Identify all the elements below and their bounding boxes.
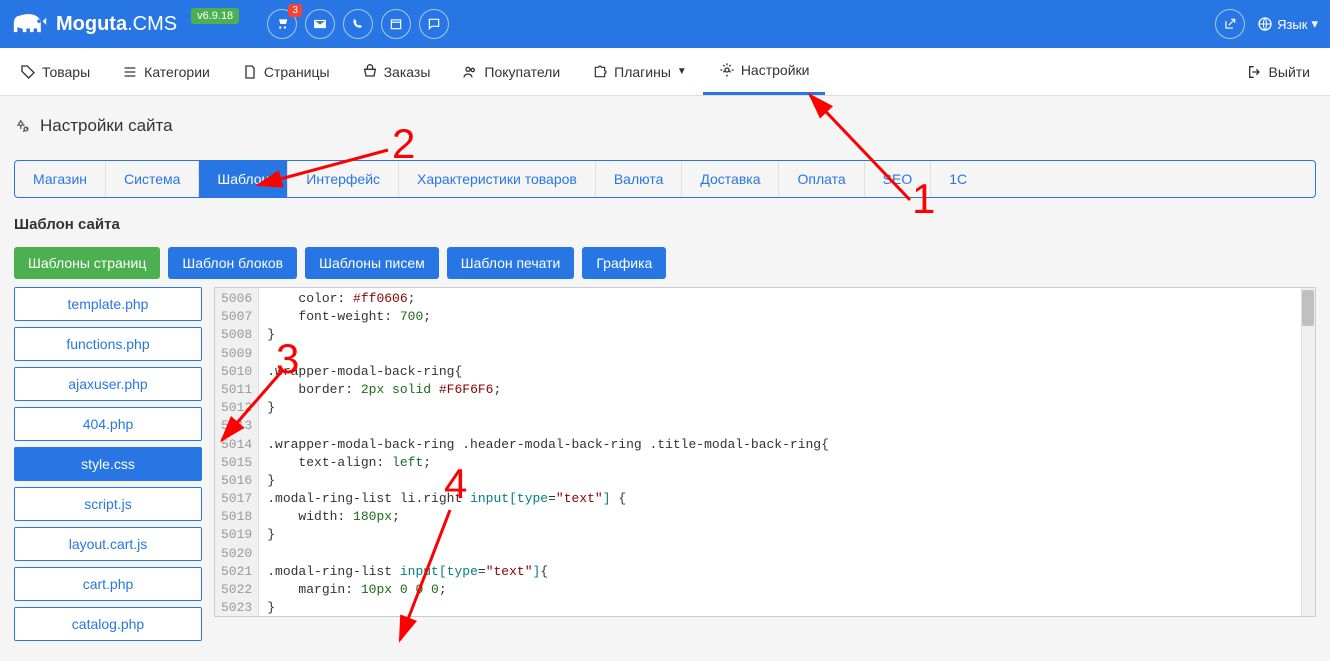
elephant-logo-icon	[12, 10, 48, 38]
file-item[interactable]: 404.php	[14, 407, 202, 441]
file-item[interactable]: template.php	[14, 287, 202, 321]
file-item[interactable]: ajaxuser.php	[14, 367, 202, 401]
chevron-down-icon: ▼	[677, 66, 687, 77]
nav-customers[interactable]: Покупатели	[446, 48, 576, 95]
basket-icon	[362, 64, 378, 80]
gears-icon	[719, 62, 735, 78]
mail-icon	[313, 17, 327, 31]
nav-settings[interactable]: Настройки	[703, 48, 826, 95]
globe-icon	[1257, 16, 1273, 32]
file-item[interactable]: script.js	[14, 487, 202, 521]
file-item[interactable]: layout.cart.js	[14, 527, 202, 561]
version-badge: v6.9.18	[191, 8, 239, 24]
file-item[interactable]: style.css	[14, 447, 202, 481]
logo[interactable]: Moguta.CMS v6.9.18	[12, 10, 239, 38]
file-icon	[242, 64, 258, 80]
notification-badge: 3	[288, 4, 302, 17]
external-link-button[interactable]	[1215, 9, 1245, 39]
sub-tab-0[interactable]: Шаблоны страниц	[14, 247, 160, 279]
section-title: Шаблон сайта	[14, 216, 1316, 233]
phone-icon-button[interactable]	[343, 9, 373, 39]
users-icon	[462, 64, 478, 80]
scrollbar-thumb[interactable]	[1302, 290, 1314, 326]
list-icon	[122, 64, 138, 80]
calendar-icon	[389, 17, 403, 31]
nav-products[interactable]: Товары	[4, 48, 106, 95]
code-body[interactable]: color: #ff0606; font-weight: 700;}.wrapp…	[259, 288, 1315, 616]
gears-icon	[14, 117, 32, 135]
language-selector[interactable]: Язык ▾	[1257, 16, 1318, 32]
language-label: Язык	[1277, 17, 1307, 32]
tab-характеристики товаров[interactable]: Характеристики товаров	[399, 161, 596, 197]
vertical-scrollbar[interactable]	[1301, 288, 1315, 616]
chevron-down-icon: ▾	[1311, 16, 1318, 32]
header-icon-row: 3	[267, 9, 449, 39]
settings-tabs: МагазинСистемаШаблонИнтерфейсХарактерист…	[14, 160, 1316, 198]
nav-categories[interactable]: Категории	[106, 48, 226, 95]
editor-area: template.php functions.php ajaxuser.php 404…	[14, 287, 1316, 647]
tab-магазин[interactable]: Магазин	[15, 161, 106, 197]
nav-orders[interactable]: Заказы	[346, 48, 447, 95]
page-title: Настройки сайта	[14, 116, 1316, 136]
nav-plugins[interactable]: Плагины▼	[576, 48, 703, 95]
tab-валюта[interactable]: Валюта	[596, 161, 683, 197]
template-sub-tabs: Шаблоны страницШаблон блоковШаблоны писе…	[14, 247, 1316, 279]
cart-icon-button[interactable]: 3	[267, 9, 297, 39]
tab-доставка[interactable]: Доставка	[682, 161, 779, 197]
content-area: Настройки сайта МагазинСистемаШаблонИнте…	[0, 96, 1330, 661]
file-item[interactable]: functions.php	[14, 327, 202, 361]
logo-text: Moguta.CMS	[56, 13, 177, 36]
nav-exit[interactable]: Выйти	[1231, 48, 1326, 95]
calendar-icon-button[interactable]	[381, 9, 411, 39]
tab-1с[interactable]: 1С	[931, 161, 985, 197]
sub-tab-4[interactable]: Графика	[582, 247, 666, 279]
tab-шаблон[interactable]: Шаблон	[199, 161, 288, 197]
phone-icon	[351, 17, 365, 31]
external-link-icon	[1223, 17, 1237, 31]
line-number-gutter: 5006500750085009501050115012501350145015…	[215, 288, 259, 616]
tab-оплата[interactable]: Оплата	[779, 161, 864, 197]
tab-система[interactable]: Система	[106, 161, 199, 197]
file-item[interactable]: cart.php	[14, 567, 202, 601]
nav-pages[interactable]: Страницы	[226, 48, 346, 95]
sub-tab-3[interactable]: Шаблон печати	[447, 247, 575, 279]
file-item[interactable]: catalog.php	[14, 607, 202, 641]
chat-icon-button[interactable]	[419, 9, 449, 39]
sub-tab-2[interactable]: Шаблоны писем	[305, 247, 439, 279]
code-editor[interactable]: 5006500750085009501050115012501350145015…	[214, 287, 1316, 617]
header-right: Язык ▾	[1215, 9, 1318, 39]
exit-icon	[1247, 64, 1263, 80]
cart-icon	[275, 17, 289, 31]
puzzle-icon	[592, 64, 608, 80]
main-nav: Товары Категории Страницы Заказы Покупат…	[0, 48, 1330, 96]
mail-icon-button[interactable]	[305, 9, 335, 39]
tab-интерфейс[interactable]: Интерфейс	[288, 161, 399, 197]
sub-tab-1[interactable]: Шаблон блоков	[168, 247, 297, 279]
tag-icon	[20, 64, 36, 80]
tab-seo[interactable]: SEO	[865, 161, 932, 197]
file-list: template.php functions.php ajaxuser.php 404…	[14, 287, 214, 647]
top-header: Moguta.CMS v6.9.18 3 Язык ▾	[0, 0, 1330, 48]
chat-icon	[427, 17, 441, 31]
